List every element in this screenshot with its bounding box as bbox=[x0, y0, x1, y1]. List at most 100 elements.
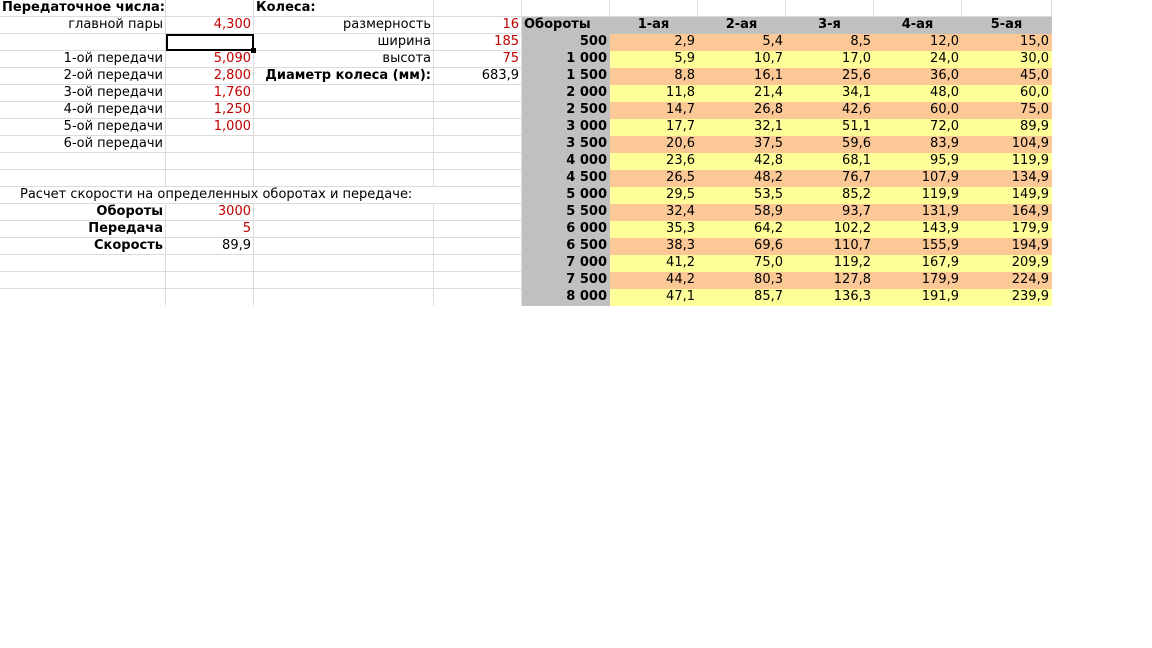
speed-cell-gear-4[interactable]: 107,9 bbox=[874, 170, 962, 187]
speed-cell-gear-1[interactable]: 44,2 bbox=[610, 272, 698, 289]
table-header-gear-2[interactable]: 2-ая bbox=[698, 17, 786, 34]
rpm-cell[interactable]: 1 000 bbox=[522, 51, 610, 68]
sheet-cell[interactable] bbox=[434, 0, 522, 17]
rpm-cell[interactable]: 3 500 bbox=[522, 136, 610, 153]
rpm-cell[interactable]: 8 000 bbox=[522, 289, 610, 306]
speed-cell-gear-1[interactable]: 32,4 bbox=[610, 204, 698, 221]
rpm-cell[interactable]: 2 500 bbox=[522, 102, 610, 119]
speed-cell-gear-2[interactable]: 37,5 bbox=[698, 136, 786, 153]
speed-cell-gear-5[interactable]: 179,9 bbox=[962, 221, 1052, 238]
speed-cell-gear-5[interactable]: 194,9 bbox=[962, 238, 1052, 255]
speed-cell-gear-4[interactable]: 119,9 bbox=[874, 187, 962, 204]
speed-cell-gear-2[interactable]: 53,5 bbox=[698, 187, 786, 204]
speed-cell-gear-3[interactable]: 127,8 bbox=[786, 272, 874, 289]
speed-cell-gear-2[interactable]: 75,0 bbox=[698, 255, 786, 272]
speed-cell-gear-5[interactable]: 119,9 bbox=[962, 153, 1052, 170]
speed-cell-gear-5[interactable]: 209,9 bbox=[962, 255, 1052, 272]
speed-cell-gear-2[interactable]: 69,6 bbox=[698, 238, 786, 255]
wheel-size-value[interactable]: 16 bbox=[434, 17, 522, 34]
speed-cell-gear-3[interactable]: 51,1 bbox=[786, 119, 874, 136]
speed-cell-gear-1[interactable]: 38,3 bbox=[610, 238, 698, 255]
sheet-cell[interactable] bbox=[874, 0, 962, 17]
wheels-title[interactable]: Колеса: bbox=[254, 0, 434, 17]
speed-cell-gear-1[interactable]: 11,8 bbox=[610, 85, 698, 102]
speed-cell-gear-1[interactable]: 5,9 bbox=[610, 51, 698, 68]
speed-cell-gear-3[interactable]: 17,0 bbox=[786, 51, 874, 68]
speed-cell-gear-2[interactable]: 5,4 bbox=[698, 34, 786, 51]
speed-cell-gear-3[interactable]: 25,6 bbox=[786, 68, 874, 85]
speed-cell-gear-4[interactable]: 83,9 bbox=[874, 136, 962, 153]
selected-cell[interactable] bbox=[166, 34, 256, 53]
rpm-cell[interactable]: 7 500 bbox=[522, 272, 610, 289]
rpm-cell[interactable]: 4 000 bbox=[522, 153, 610, 170]
speed-cell-gear-5[interactable]: 89,9 bbox=[962, 119, 1052, 136]
speed-cell-gear-1[interactable]: 35,3 bbox=[610, 221, 698, 238]
speed-cell-gear-1[interactable]: 20,6 bbox=[610, 136, 698, 153]
speed-cell-gear-4[interactable]: 48,0 bbox=[874, 85, 962, 102]
sheet-cell[interactable] bbox=[962, 0, 1052, 17]
speed-cell-gear-4[interactable]: 155,9 bbox=[874, 238, 962, 255]
wheel-size-label[interactable]: размерность bbox=[254, 17, 434, 34]
speed-cell-gear-3[interactable]: 34,1 bbox=[786, 85, 874, 102]
speed-cell-gear-5[interactable]: 149,9 bbox=[962, 187, 1052, 204]
speed-cell-gear-3[interactable]: 93,7 bbox=[786, 204, 874, 221]
sheet-cell[interactable] bbox=[610, 0, 698, 17]
rpm-cell[interactable]: 6 500 bbox=[522, 238, 610, 255]
speed-cell-gear-2[interactable]: 10,7 bbox=[698, 51, 786, 68]
speed-cell-gear-1[interactable]: 14,7 bbox=[610, 102, 698, 119]
speed-cell-gear-5[interactable]: 134,9 bbox=[962, 170, 1052, 187]
speed-cell-gear-3[interactable]: 102,2 bbox=[786, 221, 874, 238]
speed-cell-gear-3[interactable]: 42,6 bbox=[786, 102, 874, 119]
speed-cell-gear-1[interactable]: 41,2 bbox=[610, 255, 698, 272]
table-header-rpm[interactable]: Обороты bbox=[522, 17, 610, 34]
speed-cell-gear-4[interactable]: 60,0 bbox=[874, 102, 962, 119]
speed-cell-gear-3[interactable]: 68,1 bbox=[786, 153, 874, 170]
sheet-cell[interactable] bbox=[786, 0, 874, 17]
speed-cell-gear-2[interactable]: 26,8 bbox=[698, 102, 786, 119]
speed-cell-gear-1[interactable]: 17,7 bbox=[610, 119, 698, 136]
rpm-cell[interactable]: 5 000 bbox=[522, 187, 610, 204]
speed-cell-gear-1[interactable]: 23,6 bbox=[610, 153, 698, 170]
speed-cell-gear-5[interactable]: 164,9 bbox=[962, 204, 1052, 221]
sheet-cell[interactable] bbox=[698, 0, 786, 17]
speed-cell-gear-3[interactable]: 85,2 bbox=[786, 187, 874, 204]
speed-cell-gear-5[interactable]: 30,0 bbox=[962, 51, 1052, 68]
rpm-cell[interactable]: 500 bbox=[522, 34, 610, 51]
main-pair-label[interactable]: главной пары bbox=[0, 17, 166, 34]
speed-cell-gear-1[interactable]: 26,5 bbox=[610, 170, 698, 187]
rpm-cell[interactable]: 7 000 bbox=[522, 255, 610, 272]
speed-cell-gear-1[interactable]: 29,5 bbox=[610, 187, 698, 204]
speed-cell-gear-5[interactable]: 104,9 bbox=[962, 136, 1052, 153]
rpm-cell[interactable]: 1 500 bbox=[522, 68, 610, 85]
speed-cell-gear-4[interactable]: 179,9 bbox=[874, 272, 962, 289]
speed-cell-gear-4[interactable]: 95,9 bbox=[874, 153, 962, 170]
table-header-gear-1[interactable]: 1-ая bbox=[610, 17, 698, 34]
speed-cell-gear-1[interactable]: 47,1 bbox=[610, 289, 698, 306]
rpm-cell[interactable]: 6 000 bbox=[522, 221, 610, 238]
speed-cell-gear-4[interactable]: 12,0 bbox=[874, 34, 962, 51]
speed-cell-gear-5[interactable]: 60,0 bbox=[962, 85, 1052, 102]
speed-cell-gear-5[interactable]: 224,9 bbox=[962, 272, 1052, 289]
speed-cell-gear-4[interactable]: 24,0 bbox=[874, 51, 962, 68]
speed-cell-gear-1[interactable]: 8,8 bbox=[610, 68, 698, 85]
speed-cell-gear-1[interactable]: 2,9 bbox=[610, 34, 698, 51]
speed-cell-gear-4[interactable]: 72,0 bbox=[874, 119, 962, 136]
sheet-cell[interactable] bbox=[166, 0, 254, 17]
speed-cell-gear-2[interactable]: 64,2 bbox=[698, 221, 786, 238]
speed-cell-gear-2[interactable]: 32,1 bbox=[698, 119, 786, 136]
speed-cell-gear-3[interactable]: 119,2 bbox=[786, 255, 874, 272]
speed-cell-gear-5[interactable]: 75,0 bbox=[962, 102, 1052, 119]
sheet-cell[interactable] bbox=[522, 0, 610, 17]
speed-cell-gear-4[interactable]: 143,9 bbox=[874, 221, 962, 238]
rpm-cell[interactable]: 3 000 bbox=[522, 119, 610, 136]
speed-cell-gear-2[interactable]: 21,4 bbox=[698, 85, 786, 102]
table-header-gear-5[interactable]: 5-ая bbox=[962, 17, 1052, 34]
speed-cell-gear-2[interactable]: 48,2 bbox=[698, 170, 786, 187]
speed-cell-gear-5[interactable]: 15,0 bbox=[962, 34, 1052, 51]
speed-cell-gear-5[interactable]: 239,9 bbox=[962, 289, 1052, 306]
table-header-gear-4[interactable]: 4-ая bbox=[874, 17, 962, 34]
speed-cell-gear-2[interactable]: 85,7 bbox=[698, 289, 786, 306]
speed-cell-gear-4[interactable]: 131,9 bbox=[874, 204, 962, 221]
speed-cell-gear-3[interactable]: 136,3 bbox=[786, 289, 874, 306]
rpm-cell[interactable]: 5 500 bbox=[522, 204, 610, 221]
